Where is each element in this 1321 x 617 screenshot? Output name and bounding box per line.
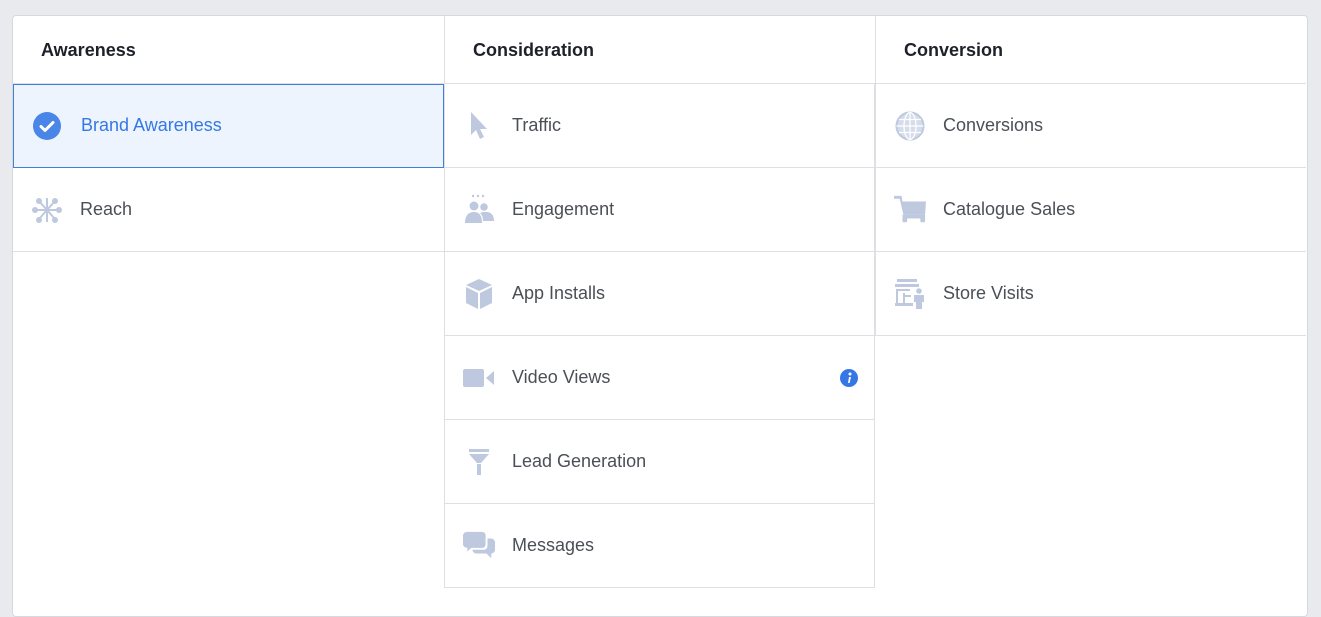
objective-picker-panel: Awareness Brand Awareness Reach Consider… [12, 15, 1308, 617]
column-conversion: Conversion Conversions Catalogue Sales S… [875, 16, 1306, 336]
column-consideration: Consideration Traffic Engagement App Ins… [444, 16, 875, 588]
cursor-icon [463, 110, 495, 142]
objective-app-installs[interactable]: App Installs [444, 252, 875, 336]
box-icon [463, 278, 495, 310]
objective-traffic[interactable]: Traffic [444, 84, 875, 168]
shopping-cart-icon [894, 194, 926, 226]
column-heading: Conversion [875, 16, 1306, 84]
objective-label: Store Visits [943, 283, 1034, 303]
objective-label: Engagement [512, 199, 615, 219]
objective-store-visits[interactable]: Store Visits [875, 252, 1306, 336]
globe-icon [894, 110, 926, 142]
objective-brand-awareness[interactable]: Brand Awareness [13, 84, 444, 168]
video-camera-icon [463, 362, 495, 394]
objective-label: Brand Awareness [81, 115, 222, 135]
funnel-icon [463, 446, 495, 478]
store-visitor-icon [894, 278, 926, 310]
column-awareness: Awareness Brand Awareness Reach [13, 16, 444, 252]
objective-label: Conversions [943, 115, 1044, 135]
objective-label: Reach [80, 199, 133, 219]
objective-label: Lead Generation [512, 451, 647, 471]
objective-messages[interactable]: Messages [444, 504, 875, 588]
chat-bubbles-icon [463, 530, 495, 562]
info-icon[interactable] [840, 369, 858, 387]
column-heading: Awareness [13, 16, 444, 84]
column-heading: Consideration [444, 16, 875, 84]
objective-label: App Installs [512, 283, 606, 303]
objective-label: Video Views [512, 367, 611, 387]
objective-engagement[interactable]: Engagement [444, 168, 875, 252]
objective-reach[interactable]: Reach [13, 168, 444, 252]
people-icon [463, 194, 495, 226]
objective-catalogue-sales[interactable]: Catalogue Sales [875, 168, 1306, 252]
objective-label: Traffic [512, 115, 562, 135]
check-circle-icon [31, 110, 63, 142]
objective-lead-generation[interactable]: Lead Generation [444, 420, 875, 504]
objective-video-views[interactable]: Video Views [444, 336, 875, 420]
objective-label: Messages [512, 535, 595, 555]
objective-conversions[interactable]: Conversions [875, 84, 1306, 168]
objective-label: Catalogue Sales [943, 199, 1076, 219]
reach-network-icon [31, 194, 63, 226]
